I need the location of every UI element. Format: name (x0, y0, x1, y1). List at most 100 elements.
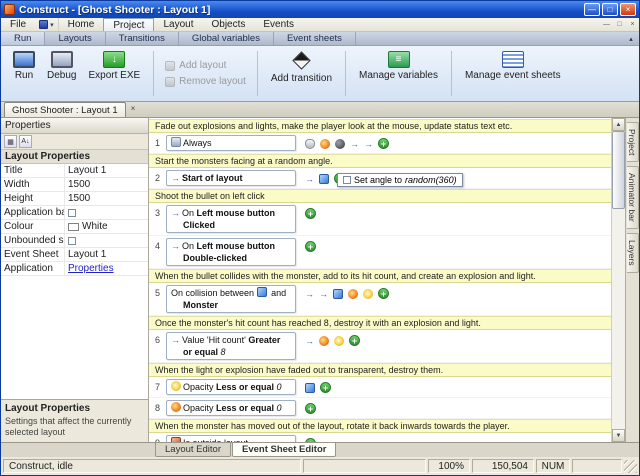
condition-box[interactable]: → On Left mouse button Double-clicked (166, 238, 296, 266)
minimize-icon[interactable]: — (584, 3, 600, 16)
comment-row[interactable]: Shoot the bullet on left click (149, 189, 611, 203)
popup-checkbox[interactable] (343, 176, 351, 184)
property-value[interactable]: Layout 1 (65, 164, 148, 177)
export-exe-button[interactable]: Export EXE (82, 49, 146, 98)
event-number: 3 (154, 208, 160, 218)
condition-box[interactable]: On collision between and Monster (166, 285, 296, 313)
arrow-icon[interactable]: → (305, 289, 314, 299)
condition-box[interactable]: → Start of layout (166, 170, 296, 186)
comment-row[interactable]: When the monster has moved out of the la… (149, 419, 611, 433)
comment-row[interactable]: Once the monster's hit count has reached… (149, 316, 611, 330)
save-icon[interactable] (39, 20, 49, 29)
add-action-button[interactable]: + (305, 403, 316, 414)
tab-event-sheet-editor[interactable]: Event Sheet Editor (231, 443, 337, 457)
properties-link[interactable]: Properties (68, 263, 114, 274)
comment-row[interactable]: When the light or explosion have faded o… (149, 363, 611, 377)
property-value[interactable]: 1500 (65, 192, 148, 205)
side-tab-project[interactable]: Project (626, 122, 639, 163)
condition-text: Left mouse button (196, 241, 276, 251)
mouse-icon[interactable] (305, 138, 315, 149)
sprite-icon[interactable] (333, 288, 343, 299)
explosion-icon[interactable] (348, 288, 358, 299)
property-value[interactable]: White (65, 220, 148, 233)
sprite-icon[interactable] (305, 382, 315, 393)
scrollbar-thumb[interactable] (612, 131, 625, 209)
arrow-icon[interactable]: → (305, 336, 314, 346)
side-tab-layers[interactable]: Layers (626, 233, 639, 273)
arrow-icon[interactable]: → (364, 139, 373, 149)
add-action-button[interactable]: + (349, 335, 360, 346)
menu-tab-objects[interactable]: Objects (202, 18, 254, 31)
close-icon[interactable]: × (620, 3, 636, 16)
explosion-icon[interactable] (320, 138, 330, 149)
explosion-icon[interactable] (319, 335, 329, 346)
light-icon[interactable] (334, 335, 344, 346)
condition-box[interactable]: → On Left mouse button Clicked (166, 205, 296, 233)
comment-row[interactable]: Start the monsters facing at a random an… (149, 154, 611, 168)
mdi-restore-icon[interactable]: □ (613, 18, 626, 31)
arrow-icon[interactable]: → (305, 174, 314, 184)
mdi-close-icon[interactable]: × (626, 18, 639, 31)
property-value[interactable]: 1500 (65, 178, 148, 191)
condition-box[interactable]: Opacity Less or equal 0 (166, 400, 296, 416)
event-row: 9 Is outside layout + (149, 433, 611, 442)
maximize-icon[interactable]: □ (602, 3, 618, 16)
add-action-button[interactable]: + (378, 288, 389, 299)
add-action-button[interactable]: + (305, 208, 316, 219)
checkbox[interactable] (68, 208, 76, 217)
add-action-button[interactable]: + (320, 382, 331, 393)
add-action-button[interactable]: + (378, 138, 389, 149)
vertical-scrollbar[interactable]: ▲ ▼ (611, 118, 625, 442)
arrow-icon: → (171, 241, 180, 251)
add-action-button[interactable]: + (305, 438, 316, 442)
categorized-icon[interactable]: ▦ (4, 135, 17, 148)
document-tab[interactable]: Ghost Shooter : Layout 1 (4, 102, 126, 117)
arrow-icon[interactable]: → (350, 139, 359, 149)
menu-tab-layout[interactable]: Layout (154, 18, 202, 31)
sort-az-icon[interactable]: A↓ (19, 135, 32, 148)
event-row: 7 Opacity Less or equal 0 + (149, 377, 611, 398)
popup-text: random(360) (405, 175, 457, 185)
ribbon-group-global-variables: Global variables (179, 32, 274, 45)
status-message: Construct, idle (3, 459, 301, 473)
condition-box[interactable]: Opacity Less or equal 0 (166, 379, 296, 395)
comment-row[interactable]: When the bullet collides with the monste… (149, 269, 611, 283)
sprite-icon[interactable] (319, 173, 329, 184)
manage-event-sheets-button[interactable]: Manage event sheets (459, 49, 567, 98)
scroll-down-icon[interactable]: ▼ (612, 429, 625, 442)
arrow-icon[interactable]: → (319, 289, 328, 299)
add-transition-button[interactable]: Add transition (265, 49, 338, 98)
menu-tab-events[interactable]: Events (254, 18, 303, 31)
run-button[interactable]: Run (7, 49, 41, 98)
action-popup[interactable]: Set angle to random(360) (337, 173, 463, 187)
property-value: Properties (65, 262, 148, 275)
menu-tab-project[interactable]: Project (103, 18, 155, 31)
document-tab-bar: Ghost Shooter : Layout 1 × (1, 102, 639, 118)
collapse-ribbon-icon[interactable]: ▴ (623, 32, 639, 45)
chevron-down-icon[interactable]: ▾ (50, 21, 54, 29)
ball-icon[interactable] (335, 138, 345, 149)
menu-tab-home[interactable]: Home (59, 18, 104, 31)
resize-grip[interactable] (624, 459, 637, 473)
event-row: 8 Opacity Less or equal 0 + (149, 398, 611, 419)
debug-button[interactable]: Debug (41, 49, 82, 98)
main-area: Properties ▦ A↓ Layout Properties Title L… (1, 118, 639, 442)
properties-toolbar: ▦ A↓ (1, 134, 148, 150)
tab-layout-editor[interactable]: Layout Editor (155, 443, 231, 457)
menu-tab-file[interactable]: File (1, 18, 35, 31)
light-icon[interactable] (363, 288, 373, 299)
event-number: 4 (154, 241, 160, 251)
manage-variables-icon (387, 51, 410, 68)
tab-close-icon[interactable]: × (131, 104, 136, 113)
condition-box[interactable]: Always (166, 135, 296, 151)
manage-variables-button[interactable]: Manage variables (353, 49, 444, 98)
add-action-button[interactable]: + (305, 241, 316, 252)
side-tab-animator-bar[interactable]: Animator bar (626, 166, 639, 230)
condition-box[interactable]: → Value 'Hit count' Greater or equal 8 (166, 332, 296, 360)
checkbox[interactable] (68, 236, 76, 245)
mdi-minimize-icon[interactable]: — (600, 18, 613, 31)
comment-row[interactable]: Fade out explosions and lights, make the… (149, 119, 611, 133)
scroll-up-icon[interactable]: ▲ (612, 118, 625, 131)
property-value[interactable]: Layout 1 (65, 248, 148, 261)
condition-box[interactable]: Is outside layout (166, 435, 296, 442)
